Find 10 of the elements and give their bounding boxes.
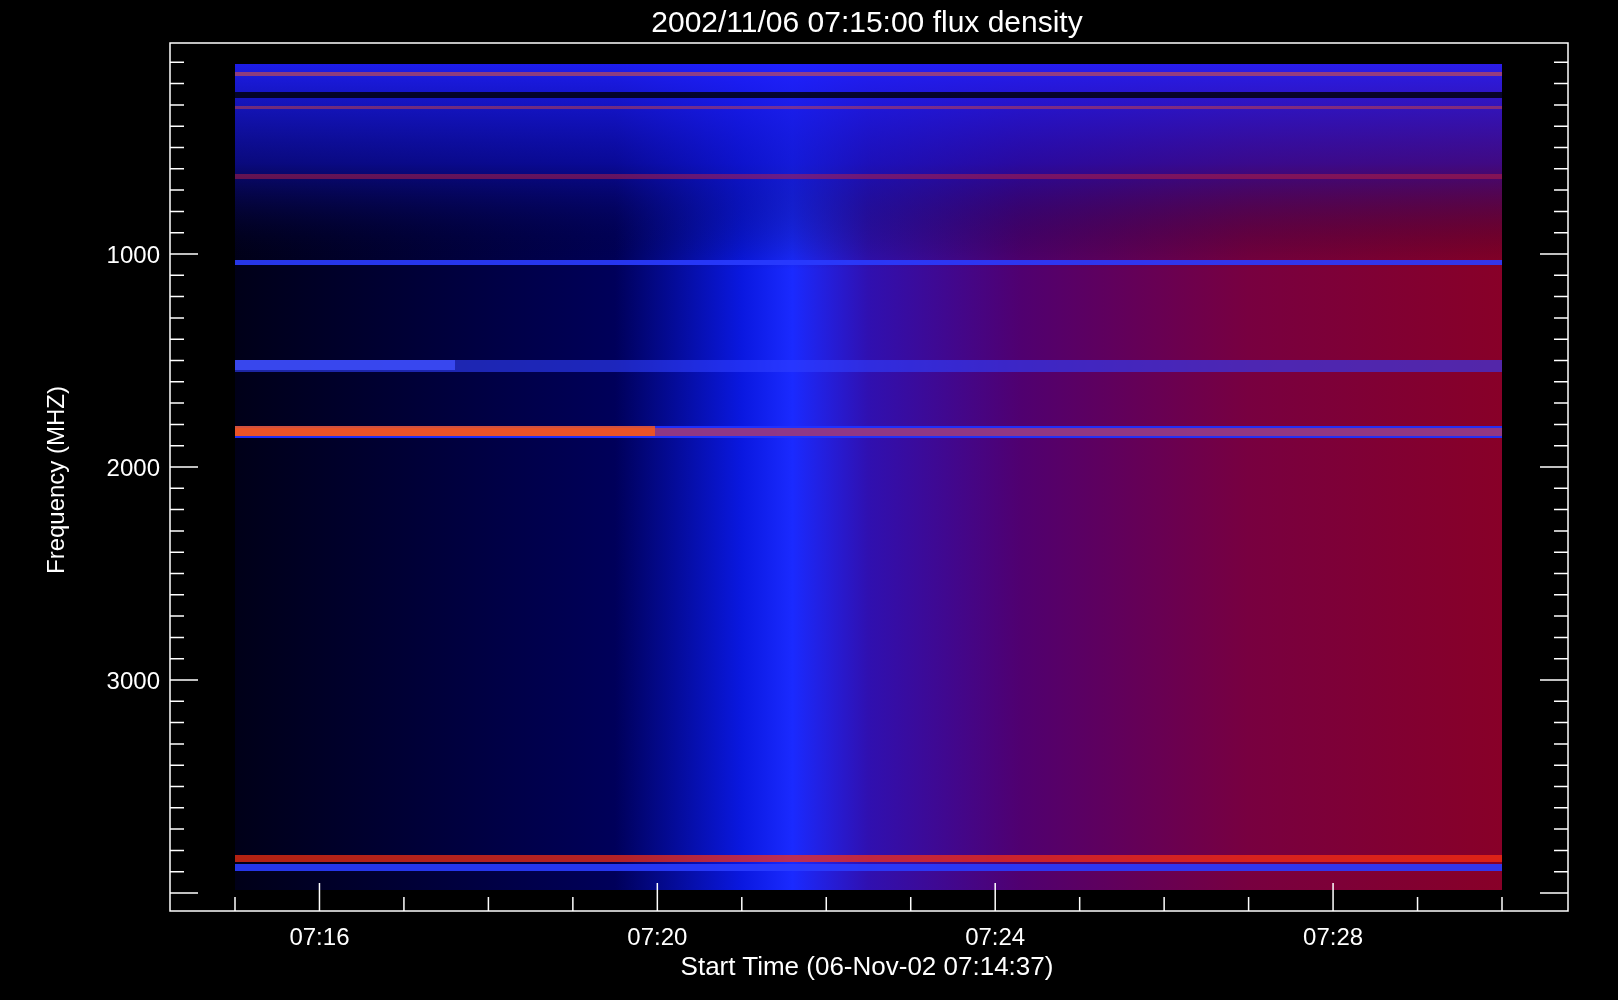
tick-label: 2000 (106, 454, 160, 481)
tick-label: 07:28 (1303, 923, 1364, 950)
chart-title: 2002/11/06 07:15:00 flux density (651, 5, 1083, 38)
tick-label: 07:20 (627, 923, 688, 950)
tick-label: 07:16 (289, 923, 350, 950)
tick-label: 07:24 (965, 923, 1026, 950)
axis-title: Frequency (MHZ) (42, 386, 69, 574)
tick-label: 1000 (106, 241, 160, 268)
axis-title: Start Time (06-Nov-02 07:14:37) (680, 951, 1054, 981)
tick-label: 3000 (106, 667, 160, 694)
